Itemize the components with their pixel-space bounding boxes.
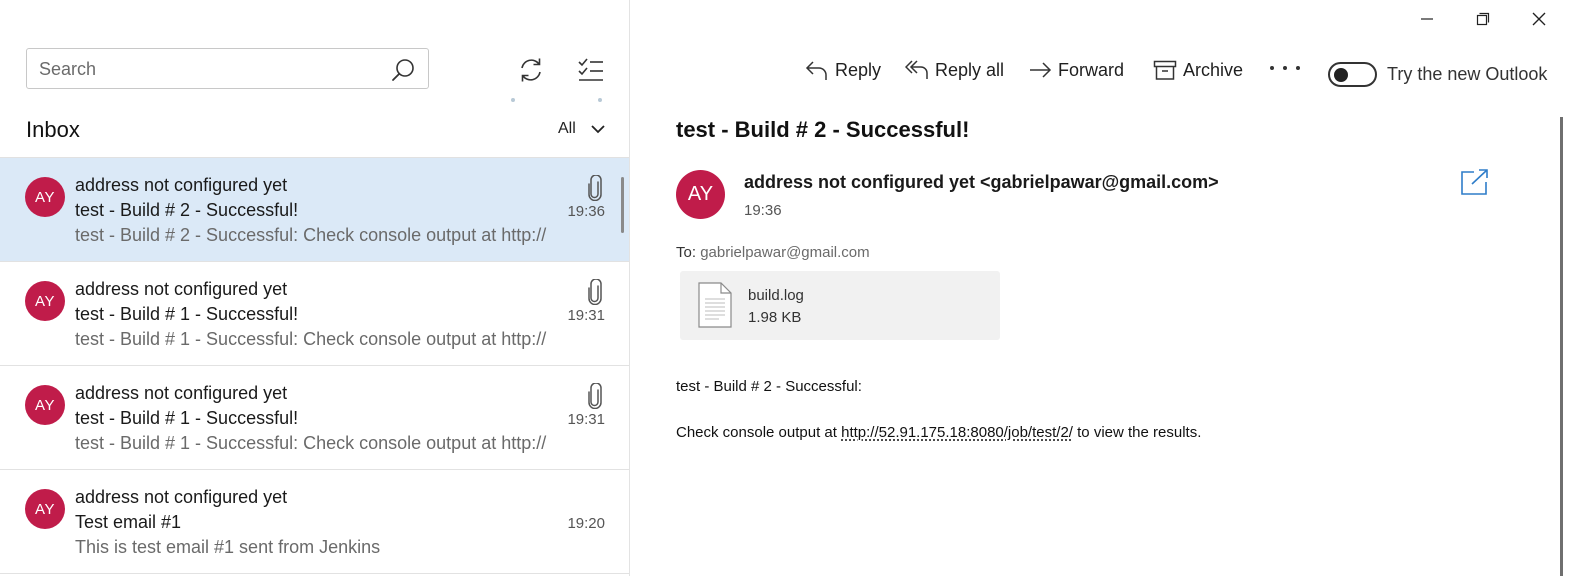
reply-all-label: Reply all: [935, 59, 1005, 80]
new-outlook-toggle[interactable]: [1328, 62, 1377, 87]
message-list-item[interactable]: AY address not configured yet test - Bui…: [0, 262, 629, 366]
paperclip-icon: [588, 175, 602, 201]
attachment-card[interactable]: build.log 1.98 KB: [680, 271, 1000, 340]
reply-label: Reply: [835, 59, 882, 80]
archive-icon: [1153, 60, 1177, 80]
popout-icon[interactable]: [1460, 168, 1490, 196]
to-label: To:: [676, 244, 697, 261]
filter-dropdown[interactable]: All: [558, 120, 606, 138]
message-subject: test - Build # 1 - Successful!: [75, 304, 299, 324]
message-subject: Test email #1: [75, 512, 182, 532]
message-time: 19:31: [567, 411, 605, 428]
sender-name[interactable]: address not configured yet <gabrielpawar…: [744, 172, 1219, 193]
message-preview: test - Build # 1 - Successful: Check con…: [75, 433, 547, 453]
minimize-icon: [1421, 18, 1433, 20]
reply-icon: [805, 61, 827, 80]
reading-pane: Reply Reply all Forward Archive Try the …: [630, 0, 1595, 576]
new-outlook-label: Try the new Outlook: [1387, 64, 1548, 84]
reading-subject: test - Build # 2 - Successful!: [676, 117, 970, 142]
archive-label: Archive: [1183, 59, 1244, 80]
more-dot-icon: [1283, 66, 1287, 70]
avatar: AY: [25, 385, 65, 425]
console-output-link[interactable]: http://52.91.175.18:8080/job/test/2/: [841, 424, 1073, 441]
filter-label: All: [558, 120, 576, 137]
reply-all-button[interactable]: Reply all: [905, 56, 1004, 84]
message-time: 19:20: [567, 515, 605, 532]
message-preview: This is test email #1 sent from Jenkins: [75, 537, 381, 557]
forward-label: Forward: [1058, 59, 1125, 80]
file-icon: [698, 282, 732, 328]
reading-scrollbar[interactable]: [1560, 117, 1563, 576]
message-list-item[interactable]: AY address not configured yet Test email…: [0, 470, 629, 574]
restore-button[interactable]: [1469, 6, 1497, 32]
message-list-item[interactable]: AY address not configured yet test - Bui…: [0, 366, 629, 470]
avatar: AY: [25, 281, 65, 321]
progress-dot: [598, 98, 602, 102]
paperclip-icon: [588, 279, 602, 305]
archive-button[interactable]: Archive: [1153, 56, 1243, 84]
attachment-size: 1.98 KB: [748, 309, 802, 326]
sync-icon[interactable]: [516, 55, 546, 85]
message-sender: address not configured yet: [75, 487, 288, 507]
body-text: to view the results.: [1072, 424, 1202, 441]
body-text: Check console output at: [676, 424, 842, 441]
close-button[interactable]: [1525, 6, 1553, 32]
search-icon[interactable]: [390, 57, 416, 83]
message-body-line: Check console output at http://52.91.175…: [676, 424, 1201, 441]
recipients-line: To: gabrielpawar@gmail.com: [676, 244, 870, 261]
message-time: 19:31: [567, 307, 605, 324]
message-list-pane: Inbox All AY address not configured yet …: [0, 0, 630, 576]
message-sender: address not configured yet: [75, 383, 288, 403]
message-time: 19:36: [567, 203, 605, 220]
search-input[interactable]: [39, 57, 379, 81]
message-list-item[interactable]: AY address not configured yet test - Bui…: [0, 158, 629, 262]
paperclip-icon: [588, 383, 602, 409]
restore-icon: [1476, 12, 1490, 26]
close-icon: [1532, 12, 1546, 26]
forward-button[interactable]: Forward: [1028, 56, 1124, 84]
more-dot-icon: [1270, 66, 1274, 70]
search-box[interactable]: [26, 48, 429, 89]
attachment-name: build.log: [748, 287, 804, 304]
minimize-button[interactable]: [1413, 6, 1441, 32]
select-mode-icon[interactable]: [577, 57, 605, 83]
list-scrollbar[interactable]: [621, 177, 624, 233]
message-body-line: test - Build # 2 - Successful:: [676, 378, 862, 395]
recipient-address[interactable]: gabrielpawar@gmail.com: [700, 244, 869, 261]
more-dot-icon: [1296, 66, 1300, 70]
avatar: AY: [25, 177, 65, 217]
avatar: AY: [25, 489, 65, 529]
message-preview: test - Build # 1 - Successful: Check con…: [75, 329, 547, 349]
message-subject: test - Build # 2 - Successful!: [75, 200, 299, 220]
message-preview: test - Build # 2 - Successful: Check con…: [75, 225, 547, 245]
message-subject: test - Build # 1 - Successful!: [75, 408, 299, 428]
toggle-knob: [1334, 67, 1348, 82]
message-list: AY address not configured yet test - Bui…: [0, 158, 629, 574]
message-sender: address not configured yet: [75, 175, 288, 195]
sender-avatar: AY: [676, 170, 725, 219]
folder-title: Inbox: [26, 117, 80, 142]
progress-dot: [511, 98, 515, 102]
more-actions-button[interactable]: [1270, 58, 1300, 78]
reply-button[interactable]: Reply: [805, 56, 881, 84]
chevron-down-icon: [591, 125, 605, 134]
forward-arrow-icon: [1030, 62, 1052, 78]
message-sender: address not configured yet: [75, 279, 288, 299]
received-time: 19:36: [744, 202, 782, 219]
reply-all-icon: [905, 60, 928, 79]
